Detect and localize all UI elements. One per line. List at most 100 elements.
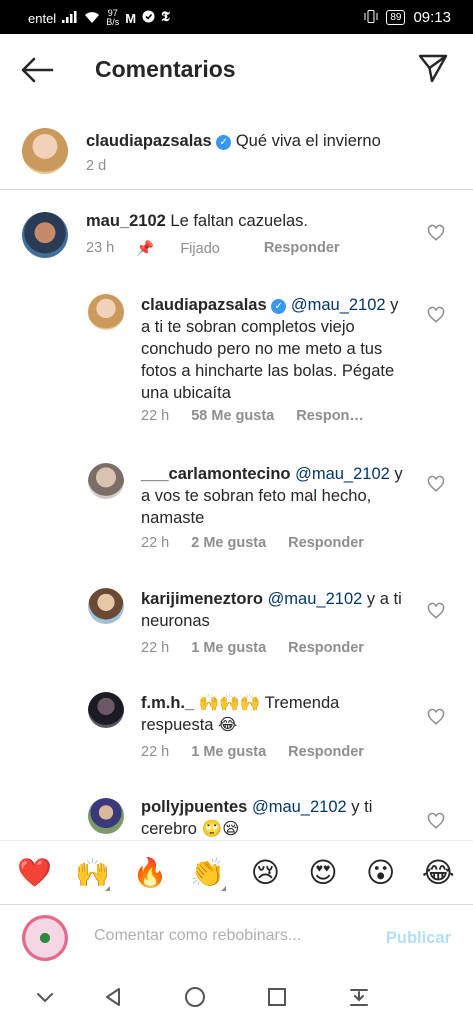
avatar (22, 915, 68, 961)
reply-button[interactable]: Responder (264, 240, 340, 257)
comment-body: karijimeneztoro @mau_2102 y a ti neurona… (141, 588, 421, 632)
chevron-down-icon[interactable] (32, 984, 58, 1010)
comment-body: ___carlamontecino @mau_2102 y a vos te s… (141, 463, 411, 529)
comment-meta: 22 h 58 Me gusta Respon… (141, 408, 386, 424)
comment-time: 23 h (86, 240, 115, 256)
caption-text: Qué viva el invierno (235, 132, 381, 150)
likes-count[interactable]: 2 Me gusta (191, 535, 266, 551)
heart-icon[interactable] (427, 602, 445, 620)
comment-username[interactable]: mau_2102 (86, 212, 166, 230)
clock: 09:13 (413, 9, 451, 26)
mention-link[interactable]: @mau_2102 (291, 296, 386, 314)
comment-username[interactable]: ___carlamontecino (141, 465, 290, 483)
comment-username[interactable]: pollyjpuentes (141, 798, 247, 816)
comment-time: 22 h (141, 535, 170, 551)
reply-item: f.m.h._ 🙌🙌🙌 Tremenda respuesta 😂 22 h 1 … (0, 688, 473, 778)
comment-item: mau_2102 Le faltan cazuelas. 23 h 📌 Fija… (0, 190, 473, 290)
emoji-red-heart[interactable]: ❤️ (13, 856, 57, 889)
avatar[interactable] (88, 798, 124, 834)
recents-square-icon[interactable] (264, 984, 290, 1010)
caption-meta: 2 d (86, 158, 128, 174)
comment-body: claudiapazsalas ✓ @mau_2102 y a ti te so… (141, 294, 411, 404)
status-bar: entel 97 B/s M 𝕿 89 09:13 (0, 0, 473, 34)
comment-time: 22 h (141, 640, 170, 656)
mention-link[interactable]: @mau_2102 (252, 798, 347, 816)
caption-username[interactable]: claudiapazsalas (86, 132, 212, 150)
comment-time: 22 h (141, 744, 170, 760)
avatar[interactable] (88, 588, 124, 624)
emoji-tears-of-joy[interactable]: 😂 (416, 856, 460, 889)
vibrate-icon (364, 9, 378, 26)
avatar[interactable] (88, 463, 124, 499)
comment-meta: 22 h 2 Me gusta Responder (141, 535, 386, 551)
notification-pull-icon[interactable] (346, 984, 372, 1010)
system-navigation-bar (0, 970, 473, 1024)
reply-item: ___carlamontecino @mau_2102 y a vos te s… (0, 455, 473, 565)
mention-link[interactable]: @mau_2102 (268, 590, 363, 608)
share-button[interactable] (417, 52, 449, 84)
likes-count[interactable]: 1 Me gusta (191, 640, 266, 656)
reply-item: pollyjpuentes @mau_2102 y ti cerebro 🙄😪 (0, 794, 473, 840)
comment-username[interactable]: claudiapazsalas (141, 296, 267, 314)
comment-meta: 22 h 1 Me gusta Responder (141, 744, 386, 760)
emoji-quick-bar: ❤️ 🙌 🔥 👏 😢 😍 😮 😂 (0, 840, 473, 904)
reply-button[interactable]: Responder (288, 640, 364, 656)
heart-icon[interactable] (427, 812, 445, 830)
comment-body: pollyjpuentes @mau_2102 y ti cerebro 🙄😪 (141, 796, 411, 840)
comment-username[interactable]: karijimeneztoro (141, 590, 263, 608)
comment-time: 22 h (141, 408, 170, 424)
reply-item: claudiapazsalas ✓ @mau_2102 y a ti te so… (0, 286, 473, 446)
back-triangle-icon[interactable] (100, 984, 126, 1010)
reply-button[interactable]: Responder (288, 535, 364, 551)
reply-button[interactable]: Respon… (296, 408, 364, 424)
comment-meta: 23 h 📌 Fijado Responder (86, 240, 362, 257)
mention-link[interactable]: @mau_2102 (295, 465, 390, 483)
comment-meta: 22 h 1 Me gusta Responder (141, 640, 386, 656)
news-icon: 𝕿 (161, 10, 170, 25)
skin-tone-indicator-icon (220, 886, 226, 891)
paper-plane-icon (418, 54, 448, 83)
page-title: Comentarios (95, 56, 236, 82)
verified-badge-icon: ✓ (216, 135, 232, 150)
reply-item: karijimeneztoro @mau_2102 y a ti neurona… (0, 582, 473, 672)
avatar[interactable] (88, 692, 124, 728)
likes-count[interactable]: 1 Me gusta (191, 744, 266, 760)
comment-body: mau_2102 Le faltan cazuelas. (86, 210, 416, 232)
emoji-raising-hands[interactable]: 🙌 (70, 856, 114, 891)
app-icon (142, 10, 155, 26)
header: Comentarios (0, 34, 473, 106)
emoji-crying-face[interactable]: 😢 (243, 856, 287, 889)
heart-icon[interactable] (427, 708, 445, 726)
comment-input[interactable] (94, 927, 364, 945)
comment-body: f.m.h._ 🙌🙌🙌 Tremenda respuesta 😂 (141, 692, 411, 736)
comment-composer: Publicar (0, 904, 473, 970)
caption-text-line: claudiapazsalas ✓ Qué viva el invierno (86, 130, 381, 152)
wifi-icon (84, 11, 100, 26)
emoji-surprised-face[interactable]: 😮 (359, 856, 403, 889)
reply-button[interactable]: Responder (288, 744, 364, 760)
likes-count[interactable]: 58 Me gusta (191, 408, 274, 424)
heart-icon[interactable] (427, 475, 445, 493)
verified-badge-icon: ✓ (271, 299, 287, 314)
emoji-heart-eyes[interactable]: 😍 (301, 856, 345, 889)
carrier-name: entel (28, 10, 57, 26)
signal-icon (62, 10, 78, 26)
heart-icon[interactable] (427, 306, 445, 324)
emoji-fire[interactable]: 🔥 (128, 856, 172, 889)
pinned-label: 📌 Fijado (136, 241, 220, 257)
skin-tone-indicator-icon (105, 886, 111, 891)
avatar[interactable] (88, 294, 124, 330)
avatar[interactable] (22, 128, 68, 174)
comment-username[interactable]: f.m.h._ 🙌🙌🙌 (141, 694, 260, 712)
arrow-left-icon (21, 57, 54, 83)
net-speed: 97 B/s (106, 8, 120, 27)
avatar[interactable] (22, 212, 68, 258)
publish-button[interactable]: Publicar (386, 929, 451, 948)
back-button[interactable] (20, 56, 54, 84)
emoji-clapping-hands[interactable]: 👏 (186, 856, 230, 891)
home-circle-icon[interactable] (182, 984, 208, 1010)
heart-icon[interactable] (427, 224, 445, 242)
post-caption: claudiapazsalas ✓ Qué viva el invierno 2… (0, 106, 473, 190)
caption-time: 2 d (86, 158, 107, 174)
comment-text: Le faltan cazuelas. (170, 212, 308, 230)
